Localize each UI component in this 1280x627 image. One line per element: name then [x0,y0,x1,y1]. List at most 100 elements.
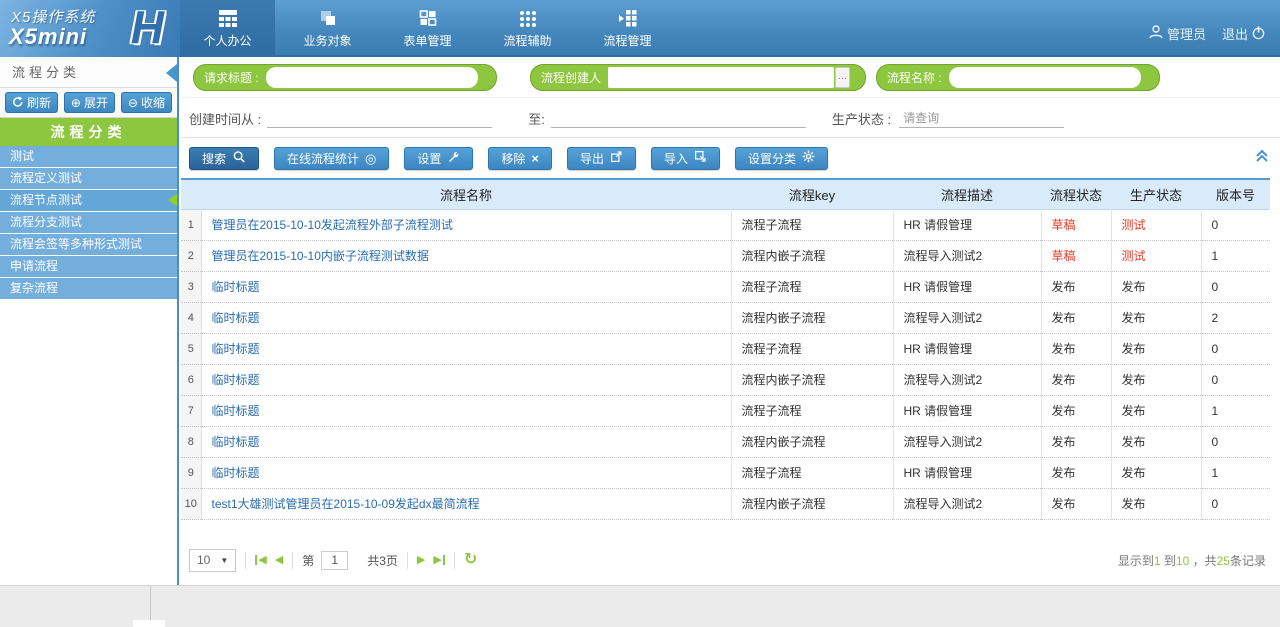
cell-desc: HR 请假管理 [893,395,1041,426]
process-link[interactable]: 临时标题 [212,404,260,418]
tab-label: 表单管理 [403,32,451,49]
category-tree-item[interactable]: 测试 [0,146,177,167]
splitter-handle[interactable] [133,620,165,627]
process-link[interactable]: 管理员在2015-10-10内嵌子流程测试数据 [212,249,429,263]
cell-name[interactable]: 管理员在2015-10-10内嵌子流程测试数据 [201,240,731,271]
next-page-button[interactable]: ▶ [417,555,425,566]
search-button[interactable]: 搜索 [189,147,259,170]
process-link[interactable]: 临时标题 [212,373,260,387]
collapse-all-button[interactable]: ⊖ 收缩 [121,92,172,113]
current-user-button[interactable]: 管理员 [1148,24,1206,43]
panel-collapse-arrow-icon[interactable] [166,64,177,82]
cell-name[interactable]: 临时标题 [201,395,731,426]
sidebar: 流程分类 刷新 ⊕ 展开 ⊖ 收缩 流程分类 测试 流程定义测试 [0,57,179,585]
process-link[interactable]: 临时标题 [212,435,260,449]
cell-name[interactable]: 临时标题 [201,333,731,364]
remove-label: 移除 [501,150,525,167]
tab-business-objects[interactable]: 业务对象 [280,0,375,57]
cell-key: 流程内嵌子流程 [731,364,893,395]
process-link[interactable]: 临时标题 [212,466,260,480]
expand-all-button[interactable]: ⊕ 展开 [64,92,115,113]
to-label: 至: [528,109,545,128]
cell-version: 1 [1201,457,1270,488]
reload-table-button[interactable]: ↻ [464,552,477,568]
divider [245,552,246,569]
cell-name[interactable]: 临时标题 [201,271,731,302]
cell-desc: HR 请假管理 [893,457,1041,488]
cell-name[interactable]: 临时标题 [201,364,731,395]
cell-name[interactable]: test1大雄测试管理员在2015-10-09发起dx最简流程 [201,488,731,519]
tree-item-label: 测试 [10,149,34,163]
prev-page-button[interactable]: ◀ [275,555,283,566]
page-number-input[interactable] [321,551,348,570]
table-row[interactable]: 6临时标题流程内嵌子流程流程导入测试2发布发布0 [181,364,1270,395]
page-size-select[interactable]: 10 ▼ [189,549,236,572]
process-link[interactable]: 临时标题 [212,280,260,294]
collapse-search-panel-button[interactable] [1254,149,1270,168]
cell-num: 3 [181,271,201,302]
import-button[interactable]: 导入 [651,147,720,170]
last-page-button[interactable]: ▶ [433,555,444,566]
creator-input[interactable] [608,67,834,88]
table-row[interactable]: 9临时标题流程子流程HR 请假管理发布发布1 [181,457,1270,488]
process-assist-dots-icon [518,8,538,28]
prod-status-input[interactable] [899,109,1064,128]
process-link[interactable]: 管理员在2015-10-10发起流程外部子流程测试 [212,218,453,232]
cell-name[interactable]: 管理员在2015-10-10发起流程外部子流程测试 [201,209,731,240]
cell-name[interactable]: 临时标题 [201,302,731,333]
settings-button[interactable]: 设置 [404,147,473,170]
table-row[interactable]: 2管理员在2015-10-10内嵌子流程测试数据流程内嵌子流程流程导入测试2草稿… [181,240,1270,271]
sidebar-toolbar: 刷新 ⊕ 展开 ⊖ 收缩 [0,88,177,118]
created-from-input[interactable] [267,109,492,128]
set-category-label: 设置分类 [748,150,796,167]
request-title-input[interactable] [266,67,478,88]
category-tree-item[interactable]: 申请流程 [0,256,177,277]
created-to-input[interactable] [551,109,806,128]
cell-prod: 发布 [1111,488,1201,519]
set-category-button[interactable]: 设置分类 [735,147,828,170]
category-tree-item[interactable]: 流程分支测试 [0,212,177,233]
table-row[interactable]: 3临时标题流程子流程HR 请假管理发布发布0 [181,271,1270,302]
creator-picker-button[interactable]: … [835,67,850,88]
export-button[interactable]: 导出 [567,147,636,170]
cell-key: 流程内嵌子流程 [731,302,893,333]
process-link[interactable]: 临时标题 [212,311,260,325]
tab-label: 流程辅助 [503,32,551,49]
online-stats-button[interactable]: 在线流程统计 ◎ [274,147,389,170]
tab-personal-office[interactable]: 个人办公 [180,0,275,57]
process-link[interactable]: test1大雄测试管理员在2015-10-09发起dx最简流程 [212,497,480,511]
plus-circle-icon: ⊕ [71,97,81,109]
category-tree-item[interactable]: 流程会签等多种形式测试 [0,234,177,255]
category-tree-item[interactable]: 复杂流程 [0,278,177,299]
top-header: X5操作系统 X5mini H 个人办公 业务对象 表单管理 [0,0,1280,57]
table-row[interactable]: 8临时标题流程内嵌子流程流程导入测试2发布发布0 [181,426,1270,457]
table-row[interactable]: 7临时标题流程子流程HR 请假管理发布发布1 [181,395,1270,426]
cell-status: 发布 [1041,426,1111,457]
prev-page-icon: ◀ [275,555,283,566]
category-tree-item[interactable]: 流程节点测试 [0,190,177,211]
table-row[interactable]: 4临时标题流程内嵌子流程流程导入测试2发布发布2 [181,302,1270,333]
first-page-button[interactable]: ◀ [255,555,266,566]
export-icon [610,150,623,166]
tree-item-label: 流程会签等多种形式测试 [10,237,142,251]
cell-name[interactable]: 临时标题 [201,457,731,488]
table-row[interactable]: 1管理员在2015-10-10发起流程外部子流程测试流程子流程HR 请假管理草稿… [181,209,1270,240]
tab-form-management[interactable]: 表单管理 [380,0,475,57]
action-toolbar: 搜索 在线流程统计 ◎ 设置 移除 × 导出 [189,143,1270,173]
remove-button[interactable]: 移除 × [488,147,552,170]
tab-process-assist[interactable]: 流程辅助 [480,0,575,57]
logout-button[interactable]: 退出 [1222,24,1266,43]
cell-version: 0 [1201,488,1270,519]
refresh-button[interactable]: 刷新 [5,92,58,113]
category-group-title: 流程分类 [0,118,177,146]
cell-desc: 流程导入测试2 [893,302,1041,333]
cell-name[interactable]: 临时标题 [201,426,731,457]
cell-prod: 发布 [1111,271,1201,302]
category-tree-item[interactable]: 流程定义测试 [0,168,177,189]
process-link[interactable]: 临时标题 [212,342,260,356]
tree-item-label: 申请流程 [10,259,58,273]
table-row[interactable]: 10test1大雄测试管理员在2015-10-09发起dx最简流程流程内嵌子流程… [181,488,1270,519]
table-row[interactable]: 5临时标题流程子流程HR 请假管理发布发布0 [181,333,1270,364]
tab-process-management[interactable]: 流程管理 [580,0,675,57]
process-name-input[interactable] [949,67,1141,88]
